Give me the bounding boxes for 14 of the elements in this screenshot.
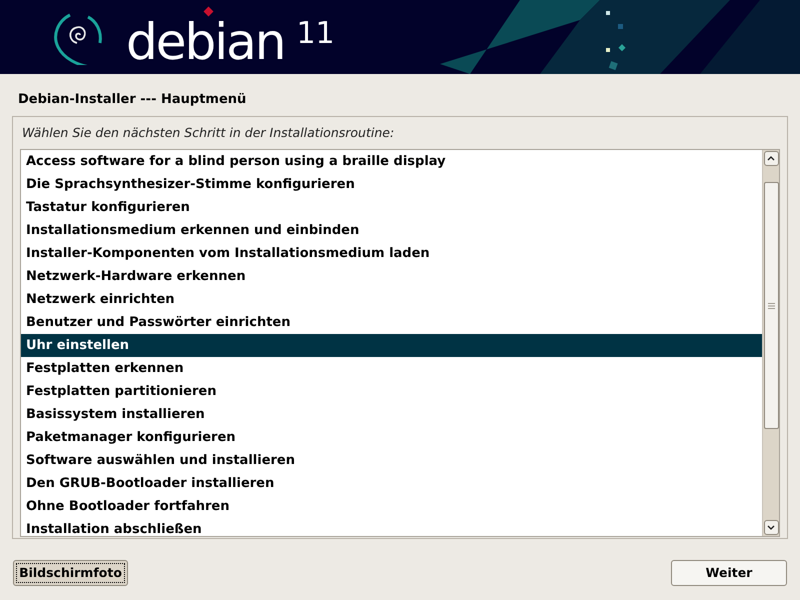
scroll-thumb[interactable] <box>764 182 778 429</box>
scroll-up-button[interactable] <box>764 151 778 166</box>
logo-text: debian <box>126 17 284 67</box>
scrollbar[interactable] <box>762 150 779 536</box>
prompt-text: Wählen Sie den nächsten Schritt in der Installationsroutine: <box>21 124 396 142</box>
menu-item[interactable]: Uhr einstellen <box>21 334 762 357</box>
grip-icon <box>768 302 774 308</box>
page-title: Debian-Installer --- Hauptmenü <box>18 92 246 107</box>
scroll-down-button[interactable] <box>764 520 778 535</box>
caret-up-icon <box>767 156 775 161</box>
version-text: 11 <box>296 19 335 49</box>
caret-down-icon <box>767 525 775 530</box>
continue-button[interactable]: Weiter <box>671 560 787 586</box>
screenshot-button[interactable]: Bildschirmfoto <box>13 560 128 586</box>
